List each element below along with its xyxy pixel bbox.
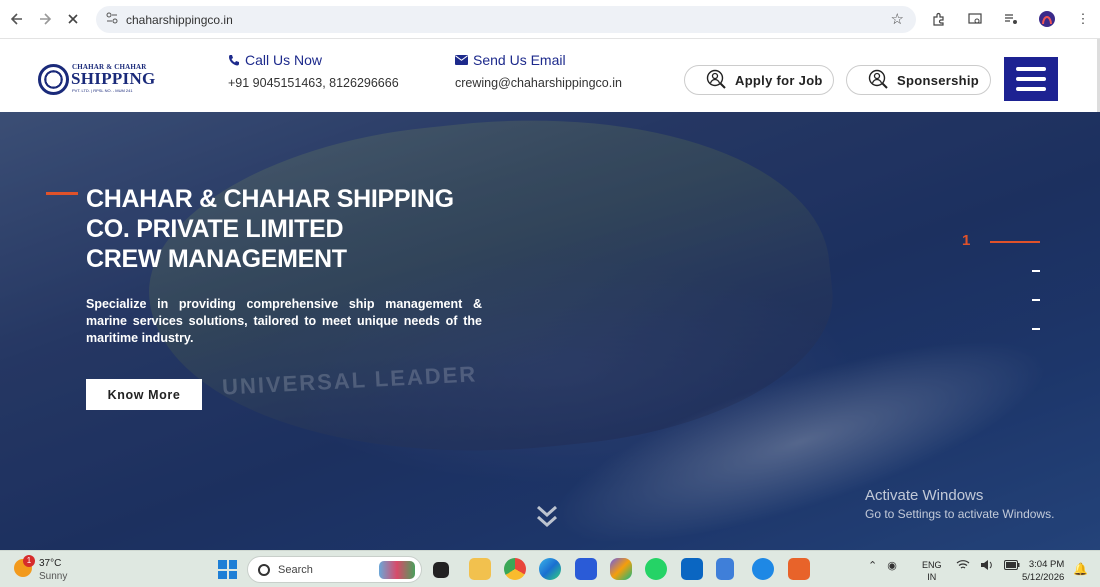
system-tray: ⌃ ◉ — [868, 559, 897, 572]
logo-main-text: SHIPPING — [71, 69, 156, 88]
bookmark-star-icon[interactable]: ☆ — [891, 10, 904, 28]
back-icon[interactable] — [6, 8, 28, 30]
scroll-down-chevron-icon[interactable] — [535, 504, 559, 530]
activate-windows-watermark: Activate Windows Go to Settings to activ… — [865, 487, 1054, 521]
hero-title-line: CREW MANAGEMENT — [86, 245, 347, 273]
language-line-2: IN — [927, 572, 937, 582]
email-address[interactable]: crewing@chaharshippingco.in — [455, 76, 622, 90]
linkedin-icon[interactable] — [681, 558, 703, 580]
call-us-label[interactable]: Call Us Now — [245, 52, 322, 68]
apply-for-job-label: Apply for Job — [735, 72, 823, 88]
start-button-windows-icon[interactable] — [218, 560, 237, 579]
know-more-button[interactable]: Know More — [86, 379, 202, 410]
notification-bell-icon[interactable]: 🔔 — [1073, 562, 1088, 576]
copilot-icon[interactable] — [610, 558, 632, 580]
slide-indicator-3[interactable] — [1032, 299, 1040, 301]
status-icons — [956, 559, 1020, 574]
battery-icon[interactable] — [1004, 560, 1020, 573]
xampp-icon[interactable] — [788, 558, 810, 580]
language-line-1: ENG — [922, 560, 942, 570]
notepad-icon[interactable] — [716, 558, 734, 580]
taskbar-search[interactable]: Search — [247, 556, 422, 583]
search-placeholder: Search — [278, 563, 313, 576]
hero-title: CHAHAR & CHAHAR SHIPPING CO. PRIVATE LIM… — [86, 184, 506, 274]
search-icon — [258, 563, 270, 576]
forward-icon[interactable] — [34, 8, 56, 30]
edge-icon[interactable] — [539, 558, 561, 580]
logo-emblem-icon — [38, 64, 69, 95]
envelope-icon — [455, 55, 468, 65]
browser-menu-icon[interactable]: ⋮ — [1072, 8, 1094, 30]
hero-title-line: CHAHAR & CHAHAR SHIPPING — [86, 185, 454, 213]
slide-current-number[interactable]: 1 — [962, 232, 970, 249]
phone-icon — [229, 55, 239, 66]
input-language[interactable]: ENG IN — [922, 559, 942, 583]
stop-loading-icon[interactable] — [62, 8, 84, 30]
menu-bar — [1016, 67, 1046, 71]
telegram-icon[interactable] — [752, 558, 774, 580]
phone-numbers[interactable]: +91 9045151463, 8126296666 — [228, 76, 399, 90]
title-accent-line — [46, 192, 78, 195]
sponsorship-button[interactable]: Sponsership — [846, 65, 991, 95]
clock-time: 3:04 PM — [1028, 559, 1065, 570]
user-search-icon — [868, 69, 888, 89]
whatsapp-icon[interactable] — [645, 558, 667, 580]
hero-description: Specialize in providing comprehensive sh… — [86, 297, 482, 345]
volume-icon[interactable] — [980, 559, 994, 574]
user-search-icon — [706, 69, 726, 89]
menu-bar — [1016, 87, 1046, 91]
task-view-icon[interactable] — [433, 562, 449, 578]
clock-date: 5/12/2026 — [1022, 572, 1065, 583]
hero-title-line: CO. PRIVATE LIMITED — [86, 215, 344, 243]
site-header: CHAHAR & CHAHAR SHIPPING PVT. LTD. | RPS… — [0, 39, 1100, 112]
weather-temp: 37°C — [39, 558, 62, 569]
weather-condition: Sunny — [39, 571, 68, 582]
watermark-line-1: Activate Windows — [865, 487, 984, 504]
company-logo[interactable]: CHAHAR & CHAHAR SHIPPING PVT. LTD. | RPS… — [38, 63, 155, 97]
watermark-line-2: Go to Settings to activate Windows. — [865, 507, 1055, 521]
slide-indicator-2[interactable] — [1032, 270, 1040, 272]
address-bar[interactable]: chaharshippingco.in ☆ — [96, 6, 916, 33]
url-text: chaharshippingco.in — [126, 12, 233, 27]
chevron-up-icon[interactable]: ⌃ — [868, 559, 877, 572]
apply-for-job-button[interactable]: Apply for Job — [684, 65, 834, 95]
logo-sub-text: PVT. LTD. | RPSL NO. - MUM 241 — [72, 88, 133, 93]
file-explorer-icon[interactable] — [469, 558, 491, 580]
site-info-icon[interactable] — [106, 12, 118, 27]
taskbar-clock[interactable]: 3:04 PM 5/12/2026 — [1022, 558, 1064, 584]
call-us-block: Call Us Now +91 9045151463, 8126296666 — [228, 52, 399, 90]
hamburger-menu-button[interactable] — [1004, 57, 1058, 101]
wifi-icon[interactable] — [956, 559, 970, 574]
menu-bar — [1016, 77, 1046, 81]
browser-toolbar: chaharshippingco.in ☆ ⋮ — [0, 0, 1100, 39]
chrome-icon[interactable] — [504, 558, 526, 580]
extensions-icon[interactable] — [928, 8, 950, 30]
sponsorship-label: Sponsership — [897, 72, 980, 88]
store-icon[interactable] — [575, 558, 597, 580]
slide-active-indicator[interactable] — [990, 241, 1040, 243]
weather-badge: 1 — [23, 555, 35, 567]
media-control-icon[interactable] — [1000, 8, 1022, 30]
profile-avatar-icon[interactable] — [1036, 8, 1058, 30]
windows-taskbar: 1 37°C Sunny Search ⌃ ◉ ENG IN 3:04 PM 5… — [0, 550, 1100, 587]
send-email-label[interactable]: Send Us Email — [473, 52, 566, 68]
cast-icon[interactable] — [964, 8, 986, 30]
search-highlight-art — [379, 561, 415, 579]
slide-indicator-4[interactable] — [1032, 328, 1040, 330]
network-sync-icon[interactable]: ◉ — [887, 559, 897, 572]
hero-banner: UNIVERSAL LEADER CHAHAR & CHAHAR SHIPPIN… — [0, 112, 1100, 550]
email-block: Send Us Email crewing@chaharshippingco.i… — [455, 52, 622, 90]
